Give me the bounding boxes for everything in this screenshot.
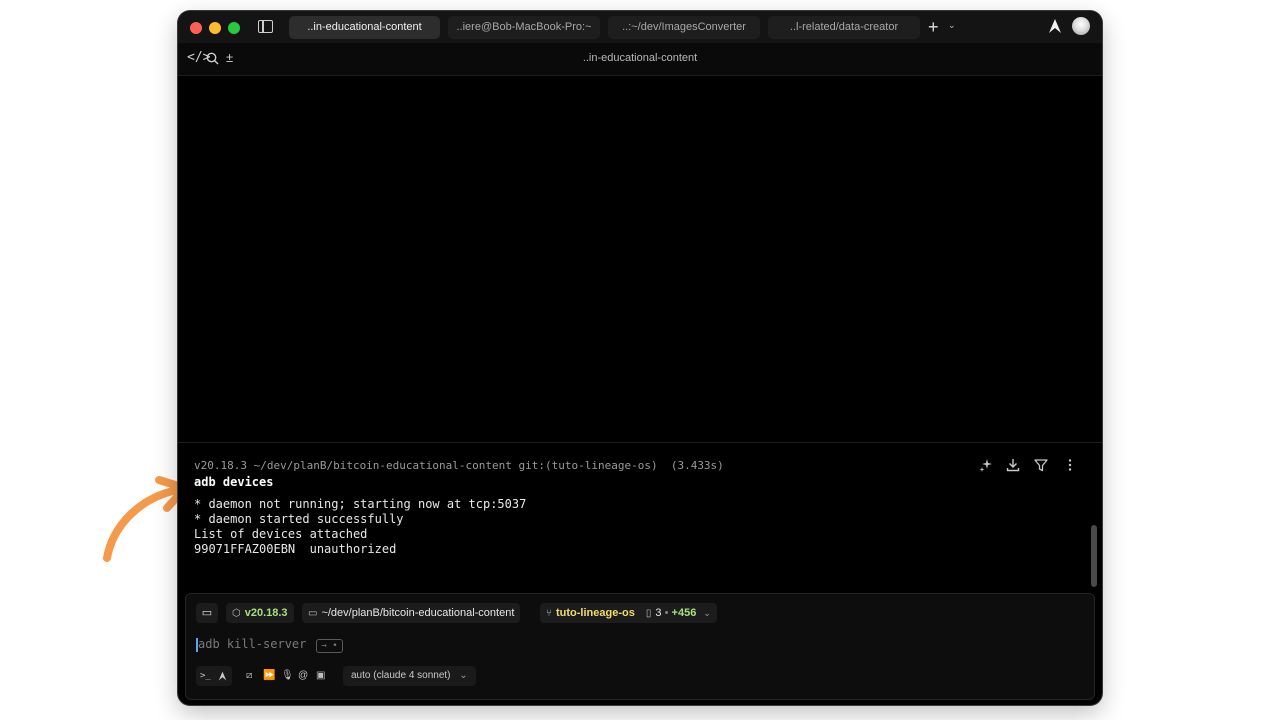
file-icon: ▯ xyxy=(645,608,652,619)
accept-suggestion-hint: → • xyxy=(316,639,343,653)
output-line: * daemon not running; starting now at tc… xyxy=(194,497,527,511)
fast-forward-icon[interactable]: ⏩ xyxy=(263,670,275,682)
path-chip[interactable]: ▭ ~/dev/planB/bitcoin-educational-content xyxy=(302,603,521,623)
slash-command-icon[interactable]: ⧄ xyxy=(246,670,252,682)
terminal-mode-icon[interactable]: >_ xyxy=(200,666,211,686)
block-command: adb devices xyxy=(194,475,274,489)
git-branch-icon: ⑂ xyxy=(546,608,552,619)
chevron-down-icon: ⌄ xyxy=(703,608,711,618)
chat-mode-button[interactable]: ▭ xyxy=(196,603,218,623)
chat-icon: ▭ xyxy=(201,607,213,619)
tab-educational-content[interactable]: ..in-educational-content xyxy=(289,16,440,39)
warp-logo-icon[interactable] xyxy=(1048,18,1062,34)
model-label: auto (claude 4 sonnet) xyxy=(351,670,451,681)
pane-title: ..in-educational-content xyxy=(582,52,698,64)
avatar[interactable] xyxy=(1072,17,1090,35)
sidebar-toggle-icon[interactable] xyxy=(258,20,273,33)
output-line: List of devices attached xyxy=(194,527,368,541)
tab-images-converter[interactable]: ..:~/dev/ImagesConverter xyxy=(608,16,760,39)
block-divider xyxy=(178,442,1102,443)
additions-count: +456 xyxy=(671,607,697,619)
tab-data-creator[interactable]: ..l-related/data-creator xyxy=(768,16,920,39)
filter-icon[interactable] xyxy=(1034,458,1048,472)
chevron-down-icon: ⌄ xyxy=(459,670,468,681)
close-window-button[interactable] xyxy=(190,22,202,34)
changed-files-count: 3 xyxy=(655,607,662,619)
output-line: 99071FFAZ00EBN unauthorized xyxy=(194,542,397,556)
minimize-window-button[interactable] xyxy=(209,22,221,34)
path-label: ~/dev/planB/bitcoin-educational-content xyxy=(321,607,515,619)
branch-label: tuto-lineage-os xyxy=(556,607,635,619)
pane-toolbar: </> ± ..in-educational-content xyxy=(178,43,1102,76)
mode-toggle[interactable]: >_ xyxy=(196,666,232,686)
terminal-window: ..in-educational-content ..iere@Bob-MacB… xyxy=(178,11,1102,705)
command-input[interactable]: adb kill-server → • xyxy=(196,637,343,653)
mention-icon[interactable]: @ xyxy=(298,670,308,682)
microphone-icon[interactable]: 🎙 xyxy=(281,670,294,682)
input-placeholder: adb kill-server xyxy=(198,637,307,651)
git-branch-chip[interactable]: ⑂ tuto-lineage-os ▯ 3 • +456 ⌄ xyxy=(540,603,717,623)
chevron-down-icon[interactable]: ⌄ xyxy=(948,20,956,31)
block-prompt-header: v20.18.3 ~/dev/planB/bitcoin-educational… xyxy=(194,459,724,472)
node-version-label: v20.18.3 xyxy=(244,607,288,619)
folder-icon: ▭ xyxy=(308,608,318,619)
more-icon[interactable] xyxy=(1063,458,1077,472)
new-tab-icon[interactable]: + xyxy=(928,17,939,37)
output-line: * daemon started successfully xyxy=(194,512,404,526)
image-icon[interactable]: ▣ xyxy=(316,670,325,682)
model-selector[interactable]: auto (claude 4 sonnet) ⌄ xyxy=(343,666,476,686)
block-output: * daemon not running; starting now at tc… xyxy=(194,497,526,557)
title-bar: ..in-educational-content ..iere@Bob-MacB… xyxy=(178,11,1102,43)
stat-separator: • xyxy=(664,607,669,619)
agent-mode-icon[interactable] xyxy=(218,671,227,681)
sparkle-icon[interactable] xyxy=(979,458,993,472)
maximize-window-button[interactable] xyxy=(228,22,240,34)
scrollbar[interactable] xyxy=(1091,525,1097,587)
node-icon: ⬡ xyxy=(232,608,241,619)
download-icon[interactable] xyxy=(1006,458,1020,472)
tab-home[interactable]: ..iere@Bob-MacBook-Pro:~ xyxy=(448,16,600,39)
input-panel: ▭ ⬡ v20.18.3 ▭ ~/dev/planB/bitcoin-educati… xyxy=(185,593,1095,700)
node-version-chip[interactable]: ⬡ v20.18.3 xyxy=(226,603,294,623)
